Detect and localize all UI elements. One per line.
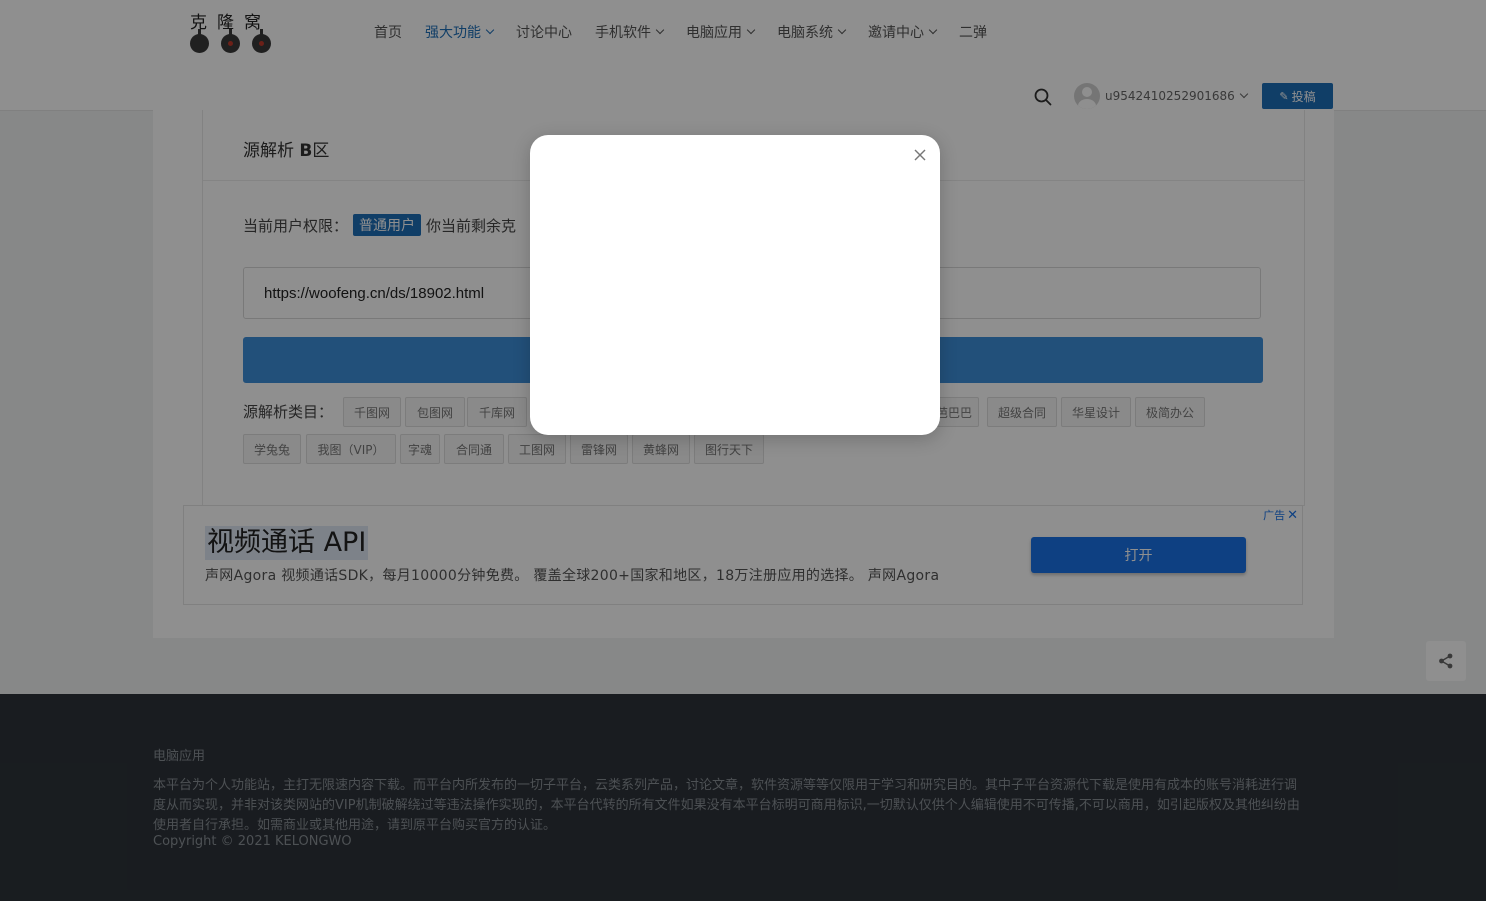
close-icon: [914, 149, 926, 161]
modal-dialog: [530, 135, 940, 435]
modal-close-button[interactable]: [912, 147, 928, 163]
